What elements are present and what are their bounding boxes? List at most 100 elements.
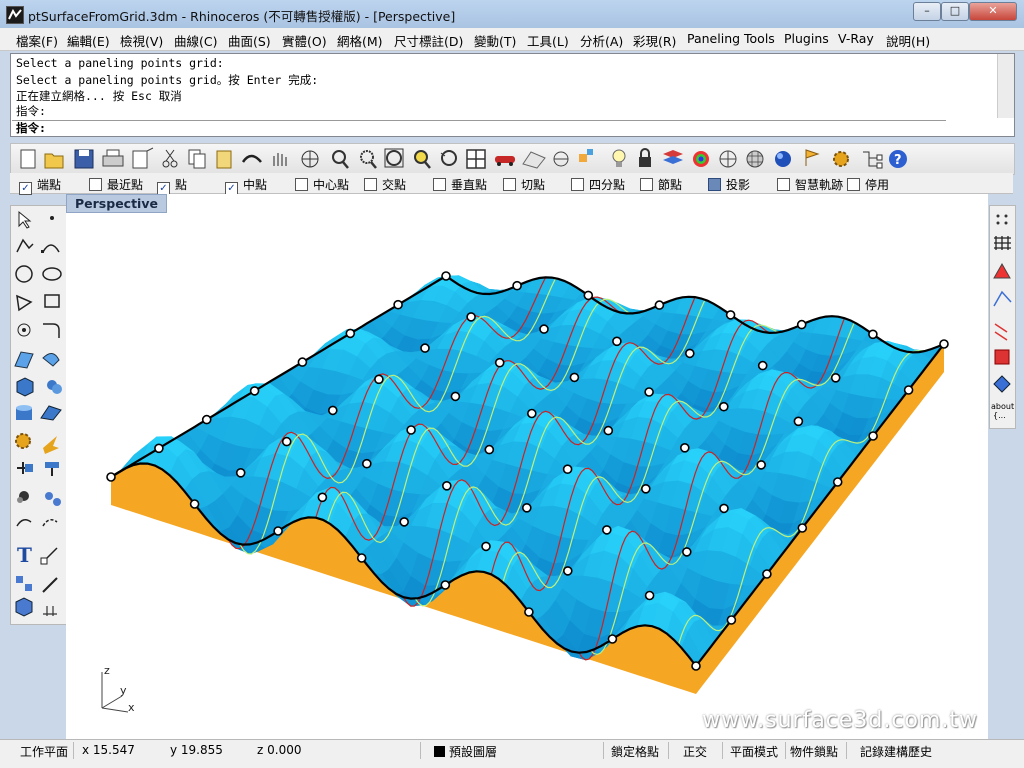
- select-arrow-icon[interactable]: [18, 210, 32, 229]
- menu-render[interactable]: 彩現(R): [633, 31, 676, 50]
- join-icon[interactable]: [17, 462, 33, 474]
- grid-point[interactable]: [393, 299, 403, 310]
- render-sphere-icon[interactable]: [775, 151, 791, 167]
- grid-point[interactable]: [832, 477, 843, 487]
- save-icon[interactable]: [74, 149, 94, 169]
- grid-point[interactable]: [420, 343, 430, 353]
- paste-icon[interactable]: [216, 150, 232, 169]
- grid-point[interactable]: [440, 580, 451, 590]
- osnap-smarttrack[interactable]: 智慧軌跡: [777, 176, 843, 193]
- menu-analyze[interactable]: 分析(A): [580, 31, 623, 50]
- osnap-center[interactable]: 中心點: [295, 176, 349, 193]
- cut-icon[interactable]: [162, 149, 178, 168]
- block-icon[interactable]: [16, 576, 32, 591]
- grid-point[interactable]: [762, 569, 772, 579]
- command-history[interactable]: Select a paneling points grid: Select a …: [10, 53, 1015, 137]
- light-icon[interactable]: [612, 149, 626, 167]
- zoom-window-icon[interactable]: [360, 150, 377, 169]
- lock-icon[interactable]: [639, 148, 651, 167]
- grid-point[interactable]: [327, 405, 338, 416]
- surface-network-icon[interactable]: [40, 405, 62, 421]
- zoom-extents-icon[interactable]: [384, 148, 404, 168]
- menu-solid[interactable]: 實體(O): [282, 31, 327, 50]
- offset-curve-icon[interactable]: [17, 323, 31, 337]
- gear-mesh-icon[interactable]: [15, 433, 31, 449]
- status-layer[interactable]: 預設圖層: [434, 743, 497, 760]
- grid-point[interactable]: [374, 374, 384, 385]
- grid-point[interactable]: [562, 566, 573, 576]
- menu-transform[interactable]: 變動(T): [474, 31, 516, 50]
- grid-point[interactable]: [249, 386, 260, 396]
- point-tool-icon[interactable]: [50, 216, 54, 220]
- checkbox[interactable]: [640, 178, 653, 191]
- grid-point[interactable]: [106, 472, 116, 482]
- cplane-icon[interactable]: [553, 151, 569, 167]
- status-grid-snap[interactable]: 鎖定格點: [611, 743, 659, 760]
- grid-point[interactable]: [273, 526, 283, 536]
- box-icon[interactable]: [16, 377, 34, 397]
- checkbox[interactable]: [777, 178, 790, 191]
- pan-icon[interactable]: [273, 153, 287, 166]
- surface-from-points-icon[interactable]: [14, 351, 34, 369]
- zoom-icon[interactable]: [332, 150, 349, 169]
- grid-point[interactable]: [868, 329, 878, 340]
- grid-point[interactable]: [317, 492, 328, 503]
- command-history-scrollbar[interactable]: [997, 54, 1014, 118]
- dimension-icon[interactable]: [42, 577, 58, 593]
- menu-file[interactable]: 檔案(F): [16, 31, 58, 50]
- material-icon[interactable]: [719, 150, 737, 168]
- osnap-midpoint[interactable]: ✓ 中點: [225, 176, 267, 195]
- osnap-perpendicular[interactable]: 垂直點: [433, 176, 487, 193]
- grid-point[interactable]: [603, 425, 614, 436]
- status-osnap[interactable]: 物件鎖點: [790, 743, 838, 760]
- menu-help[interactable]: 說明(H): [886, 31, 930, 50]
- grid-point[interactable]: [154, 443, 164, 454]
- grid-point[interactable]: [939, 339, 949, 349]
- menu-mesh[interactable]: 網格(M): [337, 31, 383, 50]
- polyline-icon[interactable]: [16, 238, 34, 253]
- menu-plugins[interactable]: Plugins: [784, 31, 829, 46]
- flag-icon[interactable]: [805, 149, 820, 166]
- checkbox-checked[interactable]: [708, 178, 721, 191]
- point-icon[interactable]: [579, 149, 593, 162]
- open-icon[interactable]: [44, 153, 64, 169]
- grid-point[interactable]: [726, 615, 737, 625]
- menu-edit[interactable]: 編輯(E): [67, 31, 110, 50]
- text-tool-icon[interactable]: T: [17, 543, 32, 567]
- menu-dimension[interactable]: 尺寸標註(D): [394, 31, 463, 50]
- car-icon[interactable]: [495, 156, 515, 166]
- copy-icon[interactable]: [188, 149, 206, 169]
- grid-point[interactable]: [601, 525, 612, 535]
- menu-curve[interactable]: 曲線(C): [174, 31, 217, 50]
- scale-icon[interactable]: [40, 547, 58, 565]
- four-viewports-icon[interactable]: [466, 149, 486, 169]
- triangle-panel-icon[interactable]: [993, 262, 1011, 279]
- osnap-quadrant[interactable]: 四分點: [571, 176, 625, 193]
- grid-point[interactable]: [681, 547, 692, 557]
- panel-grid-icon[interactable]: [43, 606, 57, 616]
- grid-point[interactable]: [607, 634, 618, 644]
- grid-point[interactable]: [756, 460, 767, 470]
- print-icon[interactable]: [102, 149, 124, 167]
- grid-point[interactable]: [189, 499, 200, 509]
- title-bar[interactable]: ptSurfaceFromGrid.3dm - Rhinoceros (不可轉售…: [0, 0, 1024, 28]
- undo-icon[interactable]: [241, 154, 262, 163]
- maximize-button[interactable]: □: [941, 2, 969, 21]
- help-icon[interactable]: ?: [889, 150, 907, 168]
- menu-vray[interactable]: V-Ray: [838, 31, 874, 46]
- grid-point[interactable]: [512, 280, 522, 291]
- checkbox-checked[interactable]: ✓: [19, 182, 32, 195]
- grid-point[interactable]: [640, 483, 651, 494]
- minimize-button[interactable]: –: [913, 2, 941, 21]
- status-record-history[interactable]: 記錄建構歷史: [860, 743, 932, 760]
- grid-point[interactable]: [868, 431, 878, 441]
- checkbox[interactable]: [364, 178, 377, 191]
- layer-icon[interactable]: [663, 150, 683, 164]
- grid-point[interactable]: [441, 480, 452, 491]
- morph-grid-icon[interactable]: [993, 375, 1011, 393]
- grid-point[interactable]: [562, 464, 573, 475]
- grid-point[interactable]: [718, 401, 729, 412]
- explode-icon[interactable]: [45, 462, 59, 476]
- grid-point[interactable]: [719, 503, 729, 514]
- grid-point[interactable]: [539, 324, 549, 334]
